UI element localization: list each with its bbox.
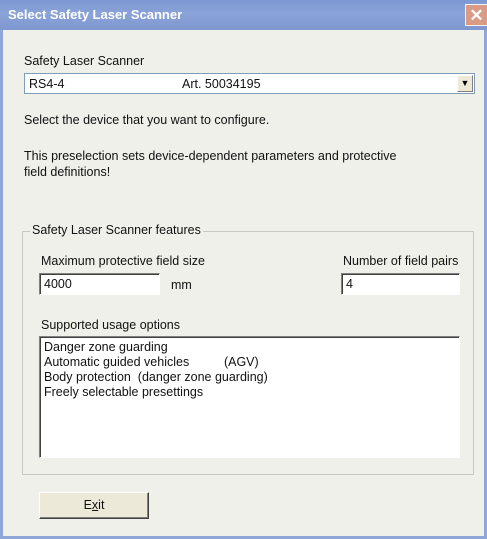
scanner-label: Safety Laser Scanner — [24, 54, 145, 68]
preselection-note-line2: field definitions! — [24, 165, 111, 179]
field-pairs-input[interactable]: 4 — [341, 273, 460, 295]
chevron-down-icon: ▼ — [460, 78, 470, 88]
usage-options-list[interactable]: Danger zone guarding Automatic guided ve… — [39, 336, 460, 458]
list-item[interactable]: Body protection (danger zone guarding) — [44, 370, 455, 385]
features-group-legend: Safety Laser Scanner features — [30, 223, 203, 237]
list-item[interactable]: Danger zone guarding — [44, 340, 455, 355]
max-field-size-value: 4000 — [44, 277, 72, 291]
window-frame-left — [0, 30, 3, 539]
field-pairs-label: Number of field pairs — [343, 254, 459, 268]
max-field-size-label: Maximum protective field size — [41, 254, 205, 268]
scanner-select[interactable]: RS4-4 Art. 50034195 ▼ — [24, 73, 475, 94]
title-bar: Select Safety Laser Scanner ✕ — [0, 0, 487, 30]
exit-label-start: E — [83, 498, 92, 512]
window-title: Select Safety Laser Scanner — [8, 7, 183, 22]
field-pairs-value: 4 — [346, 277, 353, 291]
selected-model: RS4-4 — [29, 77, 65, 91]
close-button[interactable]: ✕ — [465, 4, 487, 26]
exit-button[interactable]: Exit — [39, 492, 149, 519]
usage-options-label: Supported usage options — [41, 318, 180, 332]
preselection-note-line1: This preselection sets device-dependent … — [24, 149, 397, 163]
selected-article: Art. 50034195 — [182, 77, 261, 91]
dropdown-button[interactable]: ▼ — [457, 75, 473, 92]
exit-label-end: it — [98, 498, 105, 512]
max-field-size-unit: mm — [171, 278, 192, 292]
max-field-size-input[interactable]: 4000 — [39, 273, 160, 295]
instruction-text: Select the device that you want to confi… — [24, 113, 270, 127]
close-icon: ✕ — [469, 6, 484, 25]
list-item[interactable]: Freely selectable presettings — [44, 385, 455, 400]
list-item[interactable]: Automatic guided vehicles (AGV) — [44, 355, 455, 370]
